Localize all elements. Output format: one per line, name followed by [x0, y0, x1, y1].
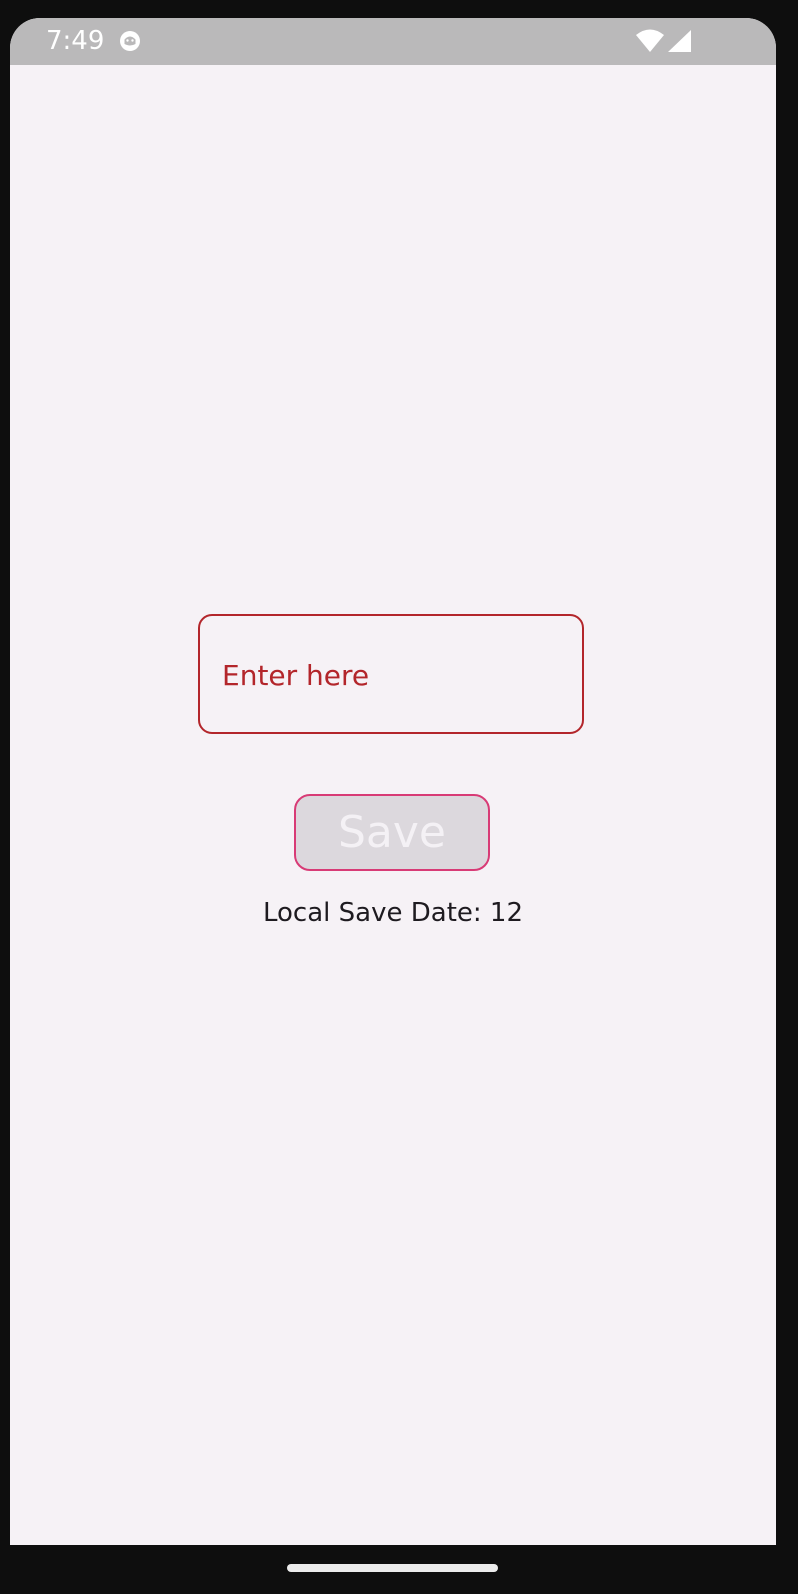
device-frame: 7:49 Save Local Save Date: 12 [0, 0, 798, 1594]
home-indicator[interactable] [287, 1564, 498, 1572]
app-screen: 7:49 Save Local Save Date: 12 [10, 18, 776, 1545]
status-time: 7:49 [46, 26, 105, 56]
text-entry-field[interactable] [198, 614, 584, 734]
cellular-signal-icon [668, 30, 691, 52]
text-input[interactable] [222, 650, 562, 700]
save-button[interactable]: Save [294, 794, 490, 871]
local-save-date-text: Local Save Date: 12 [263, 898, 523, 928]
android-debug-icon [120, 31, 140, 51]
status-bar: 7:49 [10, 18, 776, 65]
wifi-icon [636, 29, 664, 52]
